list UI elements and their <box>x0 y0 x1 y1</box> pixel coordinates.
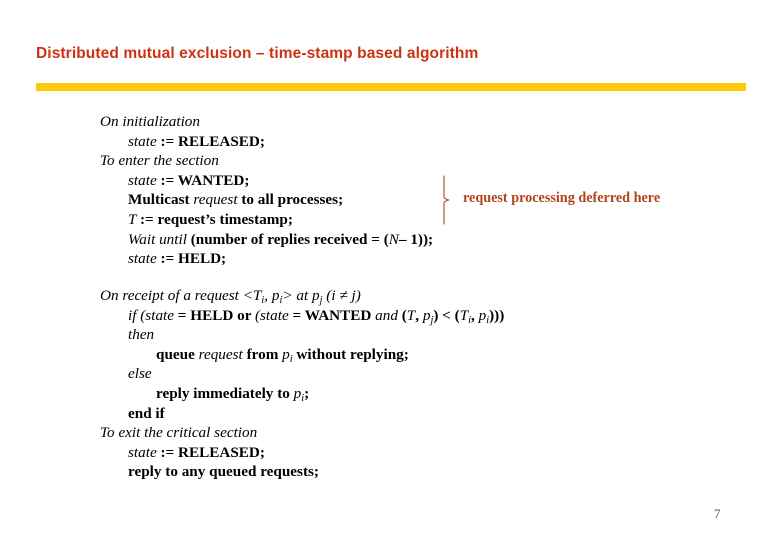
code-line: then <box>100 325 504 345</box>
code-token: To exit the critical section <box>100 424 258 442</box>
code-token: > at <box>282 287 312 304</box>
code-token: := <box>160 250 178 268</box>
code-line: queue request from pi without replying; <box>100 345 504 365</box>
curly-brace-icon <box>441 175 457 225</box>
code-token: := <box>160 132 178 150</box>
code-token: , <box>264 287 272 304</box>
code-token: without replying; <box>292 345 409 363</box>
code-line: Wait until (number of replies received =… <box>100 230 433 250</box>
code-token: T <box>459 306 469 324</box>
code-token: to all processes; <box>237 191 344 209</box>
code-token: T <box>406 306 416 324</box>
code-token: request’s timestamp; <box>157 210 293 228</box>
code-line: state := RELEASED; <box>100 132 433 152</box>
code-token: and <box>375 306 402 324</box>
code-token: Wait until <box>128 230 191 248</box>
code-token: from <box>242 345 283 363</box>
code-token: (i ≠ j) <box>322 287 361 304</box>
code-token: state <box>128 250 161 268</box>
code-line: if (state = HELD or (state = WANTED and … <box>100 306 504 326</box>
code-token: On initialization <box>100 113 200 130</box>
code-token: request <box>193 191 238 209</box>
code-token: = <box>292 306 305 324</box>
code-line: T := request’s timestamp; <box>100 210 433 230</box>
code-token: HELD; <box>178 250 227 268</box>
code-token: queue <box>156 345 199 363</box>
title-accent-bar <box>36 83 746 91</box>
code-token: (state <box>254 306 293 324</box>
code-token: state <box>128 443 161 461</box>
code-token: HELD <box>190 306 238 324</box>
code-line: state := HELD; <box>100 249 433 269</box>
algorithm-block-receipt-and-exit: On receipt of a request <Ti, pi> at pj (… <box>100 286 504 482</box>
code-token: reply immediately to <box>156 384 294 402</box>
code-token: RELEASED; <box>178 132 265 150</box>
code-token: := <box>139 210 158 228</box>
code-token: , <box>415 306 423 324</box>
code-token: or <box>237 306 255 324</box>
code-line: On receipt of a request <Ti, pi> at pj (… <box>100 286 504 306</box>
code-token: := <box>160 443 178 461</box>
code-token: reply to any queued requests; <box>128 463 319 481</box>
code-line: state := WANTED; <box>100 171 433 191</box>
code-token: ; <box>304 384 310 402</box>
code-token: := <box>160 171 178 189</box>
code-token: N <box>388 230 399 248</box>
code-line: To exit the critical section <box>100 423 504 443</box>
code-line: On initialization <box>100 112 433 132</box>
slide-canvas: Distributed mutual exclusion – time-stam… <box>0 0 780 540</box>
code-token: ))) <box>489 306 505 324</box>
code-token: state <box>128 132 161 150</box>
code-token: (state <box>140 306 178 324</box>
code-line: else <box>100 364 504 384</box>
code-token: then <box>128 326 155 344</box>
code-line: end if <box>100 404 504 424</box>
code-token: request <box>198 345 243 363</box>
code-token: (number of replies received = ( <box>190 230 389 248</box>
code-token: end if <box>128 404 165 422</box>
code-token: , <box>471 306 479 324</box>
code-token: WANTED; <box>177 171 250 189</box>
code-line: reply immediately to pi; <box>100 384 504 404</box>
page-number: 7 <box>714 506 721 521</box>
code-line: To enter the section <box>100 151 433 171</box>
code-line: Multicast request to all processes; <box>100 190 433 210</box>
deferred-processing-annotation: request processing deferred here <box>463 190 661 206</box>
code-token: T <box>128 210 140 228</box>
code-line: reply to any queued requests; <box>100 462 504 482</box>
code-token: else <box>128 365 152 383</box>
code-token: if <box>128 306 141 324</box>
algorithm-block-initialization-and-enter: On initialization state := RELEASED; To en… <box>100 112 433 269</box>
code-token: – 1)); <box>398 230 434 248</box>
code-token: p <box>282 345 290 363</box>
code-token: RELEASED; <box>178 443 265 461</box>
code-token: ) < ( <box>433 306 460 324</box>
code-token: = <box>177 306 191 324</box>
code-line: state := RELEASED; <box>100 443 504 463</box>
code-token: On receipt of a request < <box>100 287 253 304</box>
code-token: To enter the section <box>100 152 219 170</box>
page-title: Distributed mutual exclusion – time-stam… <box>36 45 479 62</box>
code-token: WANTED <box>304 306 376 324</box>
code-token: state <box>128 171 161 189</box>
code-token: Multicast <box>128 191 194 209</box>
code-token: p <box>312 287 320 304</box>
